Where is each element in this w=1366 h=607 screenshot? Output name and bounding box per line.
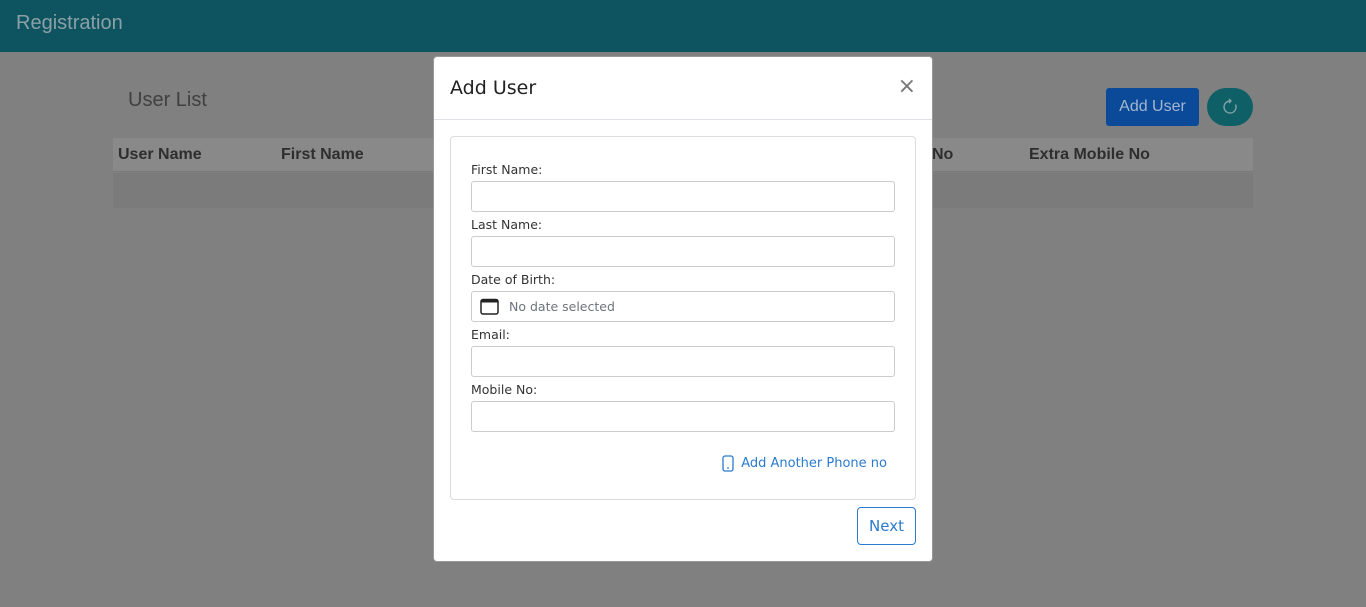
first-name-label: First Name: xyxy=(471,162,543,177)
column-first-name: First Name xyxy=(281,146,364,163)
dob-input[interactable]: No date selected xyxy=(471,291,895,322)
add-user-button[interactable]: Add User xyxy=(1106,88,1199,126)
dob-placeholder: No date selected xyxy=(509,299,615,314)
close-icon[interactable]: × xyxy=(898,74,916,99)
refresh-icon xyxy=(1223,98,1237,114)
modal-header: Add User × xyxy=(434,57,932,120)
phone-icon xyxy=(722,455,734,472)
email-label: Email: xyxy=(471,327,510,342)
dob-label: Date of Birth: xyxy=(471,272,556,287)
last-name-label: Last Name: xyxy=(471,217,543,232)
form-card: First Name: Last Name: Date of Birth: No… xyxy=(450,136,916,500)
last-name-input[interactable] xyxy=(471,236,895,267)
column-extra-mobile-no: Extra Mobile No xyxy=(1029,146,1150,163)
calendar-icon xyxy=(480,298,499,315)
mobile-input[interactable] xyxy=(471,401,895,432)
first-name-input[interactable] xyxy=(471,181,895,212)
add-phone-label: Add Another Phone no xyxy=(741,456,887,471)
add-user-modal: Add User × First Name: Last Name: Date o… xyxy=(433,56,933,562)
mobile-label: Mobile No: xyxy=(471,382,538,397)
add-phone-link[interactable]: Add Another Phone no xyxy=(722,455,887,472)
page-title: User List xyxy=(128,89,207,111)
brand[interactable]: Registration xyxy=(16,12,123,35)
column-user-name: User Name xyxy=(118,146,202,163)
modal-title: Add User xyxy=(450,77,537,99)
next-button[interactable]: Next xyxy=(857,507,916,545)
column-mobile-no: No xyxy=(932,146,954,163)
refresh-button[interactable] xyxy=(1207,88,1253,126)
navbar: Registration xyxy=(0,0,1366,52)
email-input[interactable] xyxy=(471,346,895,377)
